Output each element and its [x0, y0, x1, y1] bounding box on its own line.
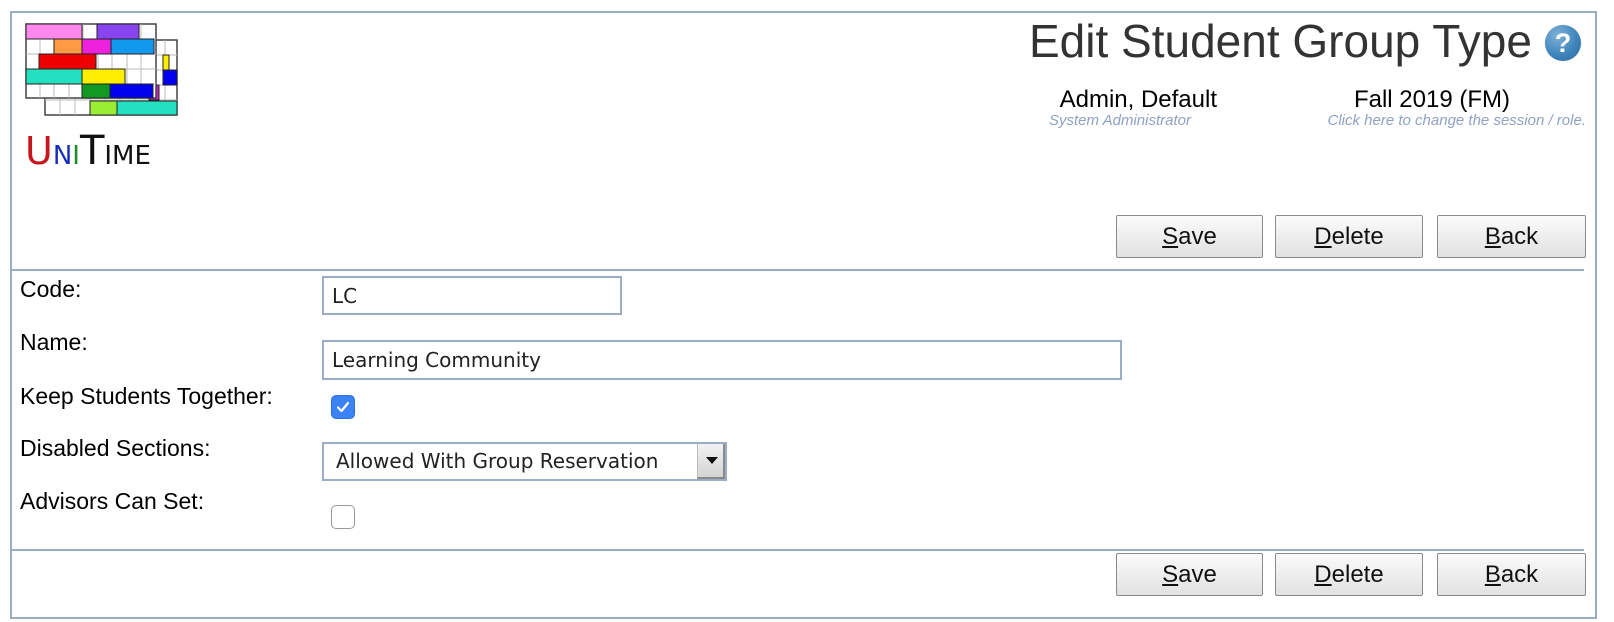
logo-letter-i: I — [72, 141, 80, 171]
name-label: Name: — [20, 329, 88, 355]
logo-letter-n: N — [52, 141, 73, 171]
delete-button-bottom[interactable]: Delete — [1275, 553, 1423, 596]
save-label: ave — [1178, 561, 1217, 588]
delete-access-key: D — [1314, 223, 1332, 250]
session-selector[interactable]: Fall 2019 (FM) Click here to change the … — [1278, 87, 1586, 129]
footer-divider — [12, 549, 1584, 551]
disabled-sections-select[interactable]: Allowed With Group Reservation — [322, 442, 727, 481]
delete-label: elete — [1331, 223, 1384, 250]
checkmark-icon — [336, 401, 350, 413]
back-label: ack — [1500, 561, 1539, 588]
logo-letter-t: T — [79, 128, 105, 174]
delete-button-top[interactable]: Delete — [1275, 215, 1423, 258]
user-role: System Administrator — [1049, 113, 1191, 129]
back-button-bottom[interactable]: Back — [1437, 553, 1586, 596]
header-divider — [12, 269, 1584, 271]
timetable-grid-icon — [25, 23, 178, 116]
delete-access-key: D — [1314, 561, 1332, 588]
unitime-logo[interactable]: UNITIME — [25, 23, 180, 183]
unitime-wordmark: UNITIME — [25, 131, 151, 171]
help-question-icon[interactable]: ? — [1545, 25, 1581, 61]
save-label: ave — [1178, 223, 1217, 250]
delete-label: elete — [1331, 561, 1384, 588]
back-label: ack — [1500, 223, 1539, 250]
save-access-key: S — [1162, 561, 1179, 588]
advisors-can-set-checkbox[interactable] — [331, 505, 355, 529]
session-change-hint[interactable]: Click here to change the session / role. — [1278, 113, 1586, 129]
code-input[interactable] — [322, 276, 622, 315]
disabled-sections-selected-value: Allowed With Group Reservation — [336, 449, 659, 473]
advisors-can-set-label: Advisors Can Set: — [20, 488, 205, 514]
code-label: Code: — [20, 276, 82, 302]
dropdown-arrow-icon[interactable] — [697, 444, 725, 479]
save-button-top[interactable]: Save — [1116, 215, 1263, 258]
save-button-bottom[interactable]: Save — [1116, 553, 1263, 596]
disabled-sections-label: Disabled Sections: — [20, 435, 211, 461]
page-title: Edit Student Group Type — [1029, 15, 1532, 67]
session-name[interactable]: Fall 2019 (FM) — [1278, 87, 1586, 113]
save-access-key: S — [1162, 223, 1179, 250]
back-access-key: B — [1484, 223, 1501, 250]
keep-students-together-checkbox[interactable] — [331, 395, 355, 419]
logo-letters-ime: IME — [104, 141, 151, 171]
back-button-top[interactable]: Back — [1437, 215, 1586, 258]
logo-letter-u: U — [25, 129, 53, 173]
name-input[interactable] — [322, 340, 1122, 380]
keep-students-together-label: Keep Students Together: — [20, 383, 273, 409]
back-access-key: B — [1484, 561, 1501, 588]
user-name: Admin, Default — [1059, 86, 1217, 113]
user-info: Admin, Default System Administrator — [1049, 87, 1217, 129]
